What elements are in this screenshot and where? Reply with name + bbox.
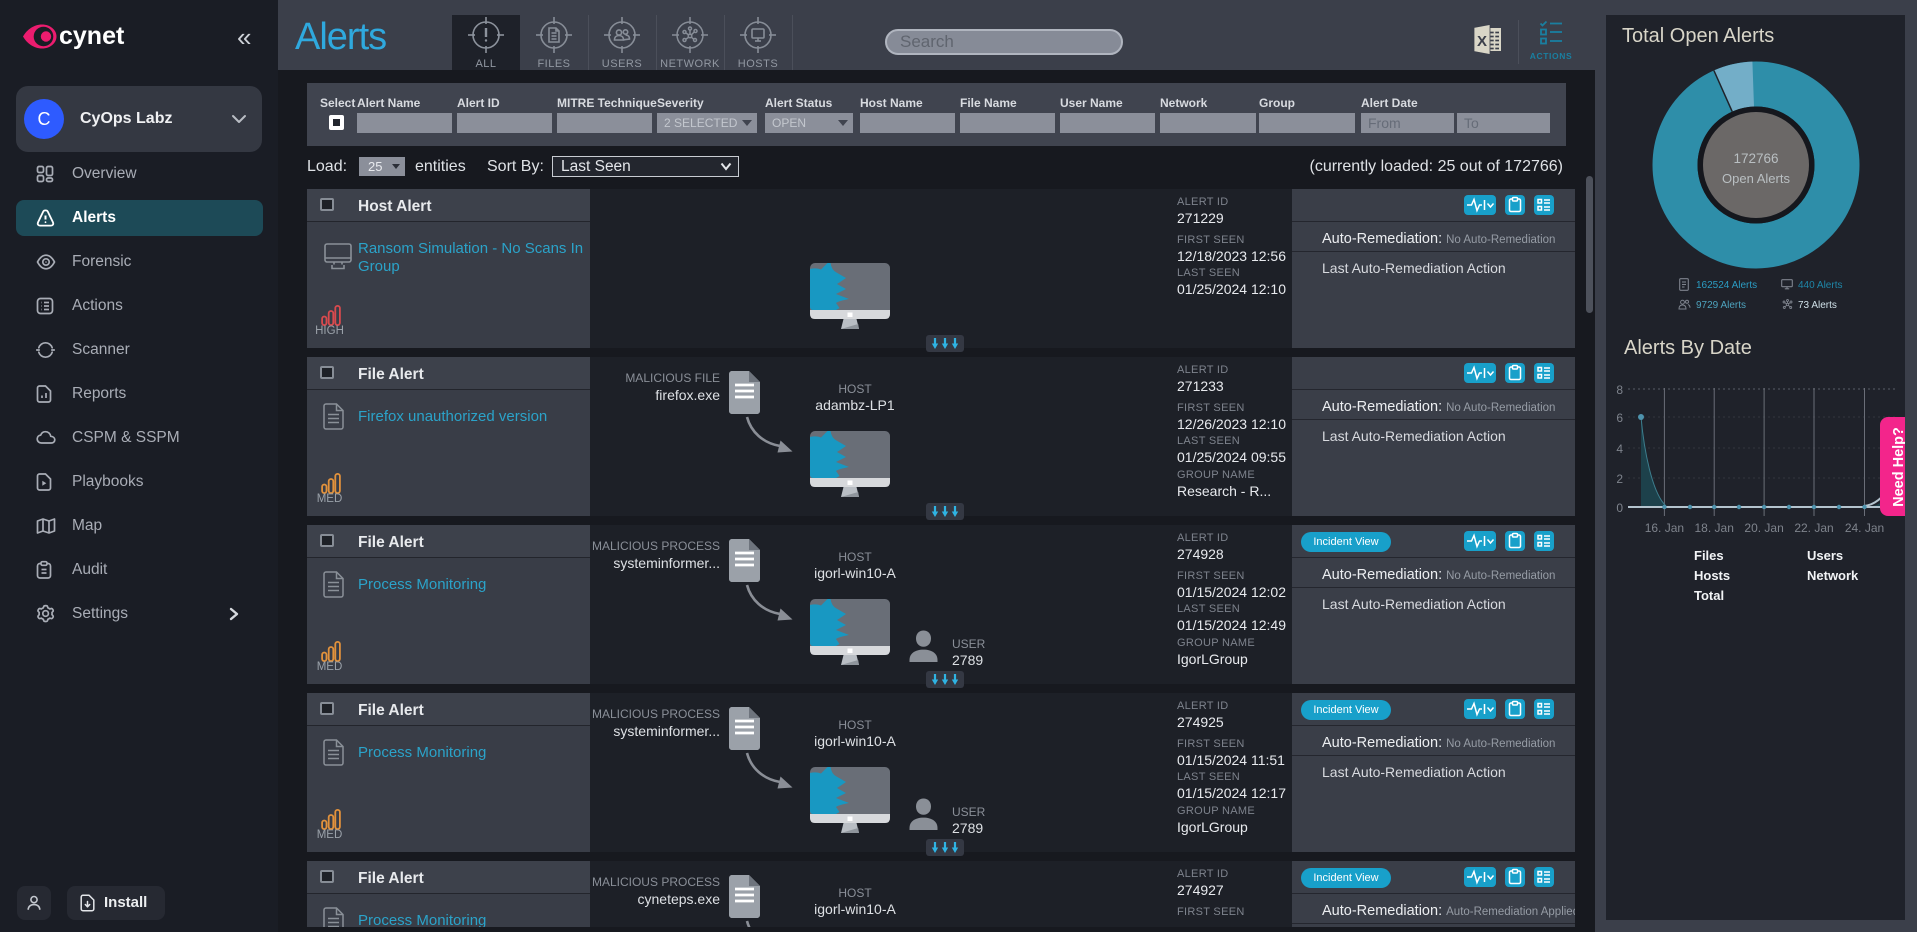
svg-text:6: 6 xyxy=(1616,411,1623,425)
svg-text:X: X xyxy=(1477,33,1487,50)
svg-text:20. Jan: 20. Jan xyxy=(1744,521,1783,535)
svg-text:4: 4 xyxy=(1616,442,1623,456)
svg-text:cynet: cynet xyxy=(59,23,125,50)
svg-text:2: 2 xyxy=(1616,472,1623,486)
svg-text:22. Jan: 22. Jan xyxy=(1794,521,1833,535)
svg-text:172766: 172766 xyxy=(1733,151,1778,166)
svg-text:8: 8 xyxy=(1616,383,1623,397)
svg-text:16. Jan: 16. Jan xyxy=(1645,521,1684,535)
svg-text:24. Jan: 24. Jan xyxy=(1845,521,1884,535)
svg-text:Open Alerts: Open Alerts xyxy=(1722,171,1790,186)
svg-text:18. Jan: 18. Jan xyxy=(1695,521,1734,535)
svg-text:0: 0 xyxy=(1616,501,1623,515)
